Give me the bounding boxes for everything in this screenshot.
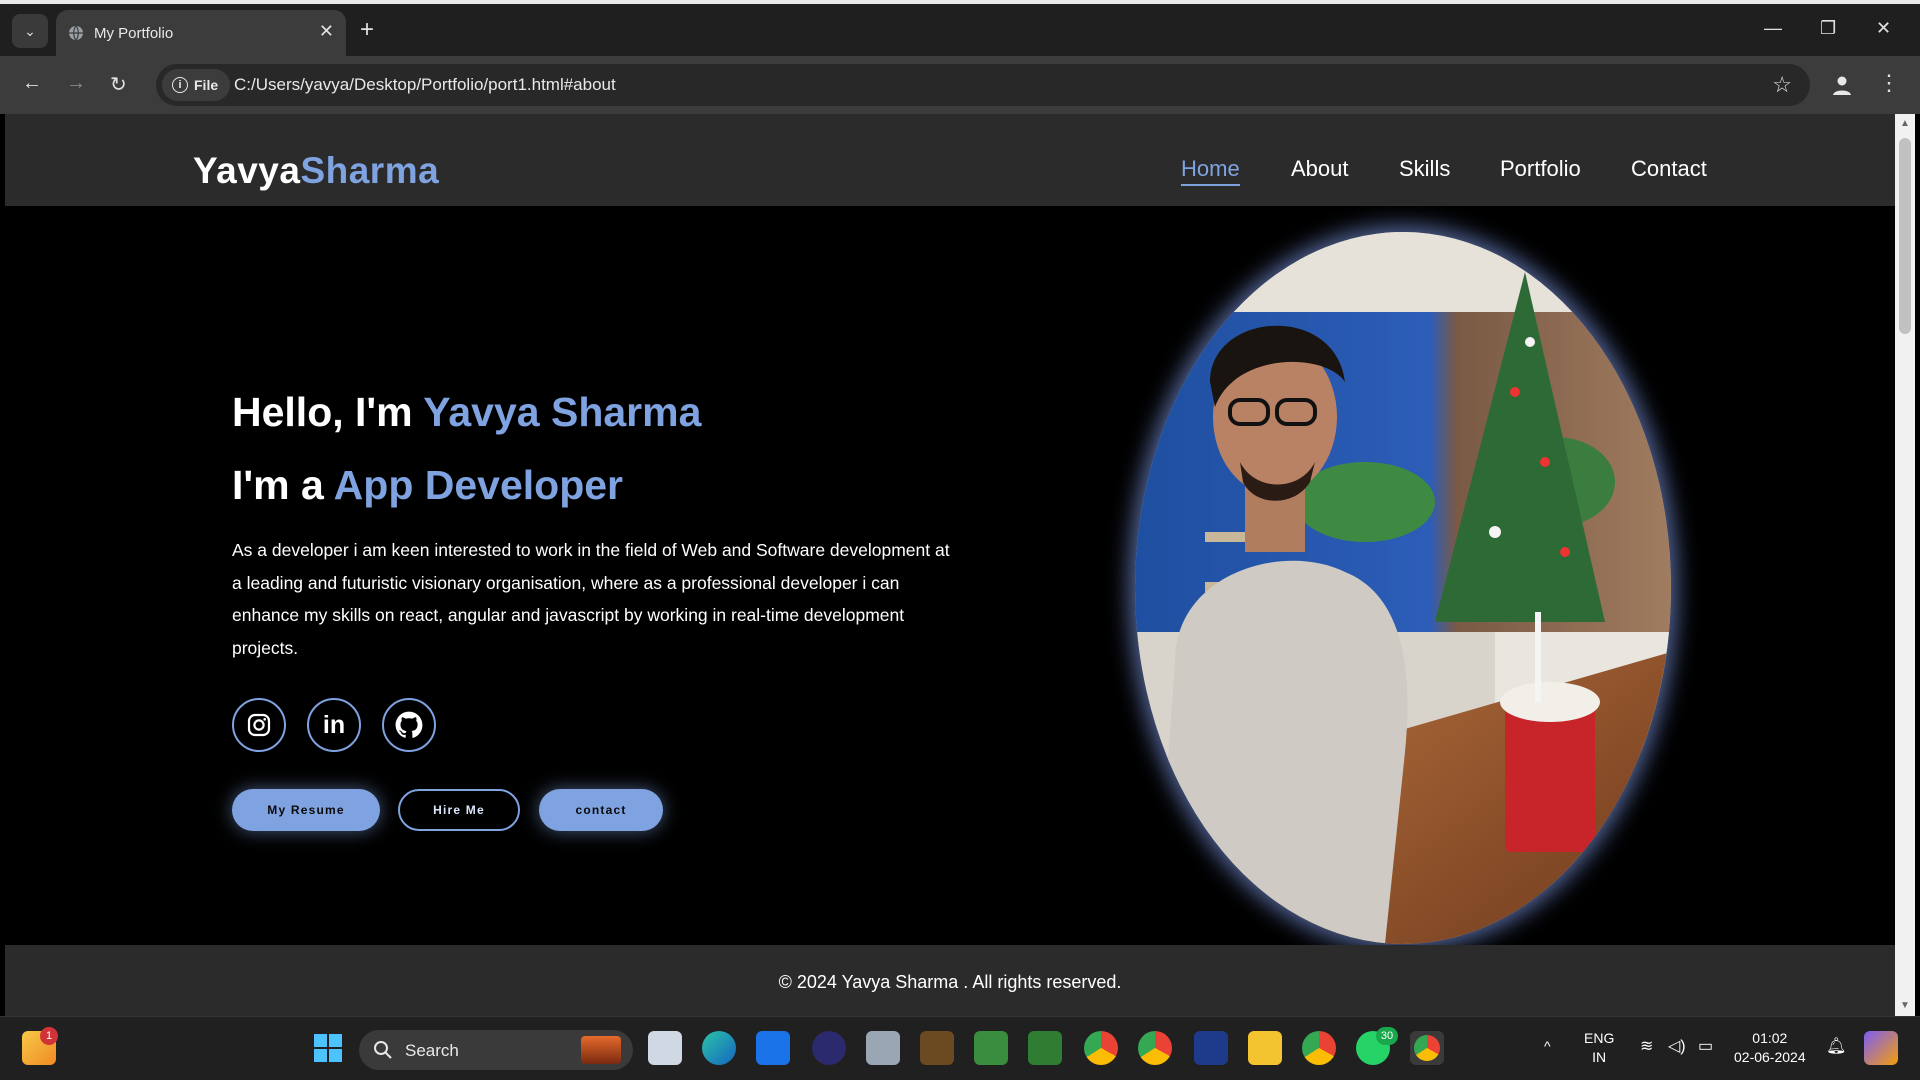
whatsapp-badge: 30 [1376,1027,1398,1045]
taskbar-search[interactable]: Search [359,1030,633,1070]
search-label: Search [405,1041,459,1060]
linkedin-icon: in [322,710,346,739]
new-tab-button[interactable]: + [360,18,374,42]
hero-description: As a developer i am keen interested to w… [232,540,950,658]
my-resume-button[interactable]: My Resume [232,789,380,831]
linkedin-link[interactable]: in [307,698,361,752]
browser-tab-bar: ⌄ My Portfolio ✕ + — ❐ ✕ [0,0,1920,58]
instagram-icon [247,713,271,737]
info-icon: i [172,77,188,93]
site-logo[interactable]: YavyaSharma [193,150,439,192]
browser-tab[interactable]: My Portfolio ✕ [56,10,346,58]
url-text[interactable]: C:/Users/yavya/Desktop/Portfolio/port1.h… [234,75,616,95]
taskbar: 1 Search 30 ^ ENG IN ≋ ◁) ▭ 01:02 02-06-20… [0,1016,1920,1080]
site-header: YavyaSharma Home About Skills Portfolio … [5,114,1895,206]
chrome-profile-icon[interactable] [1138,1031,1172,1065]
profile-photo [1135,232,1671,944]
back-icon[interactable]: ← [22,72,42,95]
reload-icon[interactable]: ↻ [110,72,127,97]
copilot-icon[interactable] [1864,1031,1898,1065]
hire-me-button[interactable]: Hire Me [398,789,520,831]
bookmark-star-icon[interactable]: ☆ [1772,72,1792,98]
page-scrollbar[interactable]: ▲ ▼ [1895,114,1915,1016]
nav-contact[interactable]: Contact [1631,156,1707,182]
start-windows-icon[interactable] [311,1031,345,1065]
nav-home[interactable]: Home [1181,156,1240,186]
wifi-icon[interactable]: ≋ [1640,1037,1653,1056]
eclipse-icon[interactable] [812,1031,846,1065]
nav-skills[interactable]: Skills [1399,156,1450,182]
chrome-app-icon[interactable] [1302,1031,1336,1065]
tab-search-button[interactable]: ⌄ [12,14,48,48]
chrome-icon[interactable] [1084,1031,1118,1065]
nav-portfolio[interactable]: Portfolio [1500,156,1581,182]
show-hidden-icons[interactable]: ^ [1544,1037,1551,1056]
hero-role: I'm a App Developer [232,462,624,508]
github-link[interactable] [382,698,436,752]
volume-icon[interactable]: ◁) [1668,1037,1686,1056]
profile-icon[interactable] [1828,71,1856,99]
notification-bell-icon[interactable]: 🔔︎ [1826,1037,1846,1056]
menu-kebab-icon[interactable]: ⋮ [1878,70,1900,96]
instagram-link[interactable] [232,698,286,752]
edge-icon[interactable] [702,1031,736,1065]
task-view-icon[interactable] [648,1031,682,1065]
hero-greeting: Hello, I'm Yavya Sharma [232,389,702,435]
scroll-up-icon[interactable]: ▲ [1900,118,1910,129]
search-icon [374,1041,392,1059]
address-bar[interactable]: i File C:/Users/yavya/Desktop/Portfolio/… [156,64,1810,106]
browser-toolbar: ← → ↻ i File C:/Users/yavya/Desktop/Port… [0,56,1920,114]
site-info-button[interactable]: i File [162,69,231,101]
notification-badge: 1 [40,1027,58,1045]
battery-icon[interactable]: ▭ [1698,1037,1713,1056]
clock[interactable]: 01:02 02-06-2024 [1734,1029,1806,1067]
file-label: File [194,77,219,93]
nav-about[interactable]: About [1291,156,1349,182]
tab-title: My Portfolio [94,25,174,42]
spreadsheet-icon[interactable] [1028,1031,1062,1065]
language-indicator[interactable]: ENG IN [1584,1029,1614,1067]
snipping-tool-icon[interactable] [974,1031,1008,1065]
globe-icon [69,25,83,41]
site-footer: © 2024 Yavya Sharma . All rights reserve… [5,945,1895,1016]
restore-icon[interactable]: ❐ [1820,18,1836,39]
close-window-icon[interactable]: ✕ [1876,18,1891,39]
minimize-icon[interactable]: — [1764,18,1782,39]
chrome-active-window[interactable] [1410,1031,1444,1065]
github-icon [395,711,423,738]
search-highlight-icon [581,1036,621,1064]
file-manager-icon[interactable] [866,1031,900,1065]
dosbox-icon[interactable] [920,1031,954,1065]
mail-icon[interactable] [756,1031,790,1065]
scroll-thumb[interactable] [1899,138,1911,334]
copyright-text: © 2024 Yavya Sharma . All rights reserve… [778,972,1122,992]
scroll-down-icon[interactable]: ▼ [1900,1000,1910,1011]
page-viewport: YavyaSharma Home About Skills Portfolio … [5,114,1895,1016]
vscode-icon[interactable] [1194,1031,1228,1065]
folder-icon[interactable] [1248,1031,1282,1065]
close-tab-icon[interactable]: ✕ [319,21,334,42]
forward-icon[interactable]: → [66,72,86,95]
contact-button[interactable]: contact [539,789,663,831]
